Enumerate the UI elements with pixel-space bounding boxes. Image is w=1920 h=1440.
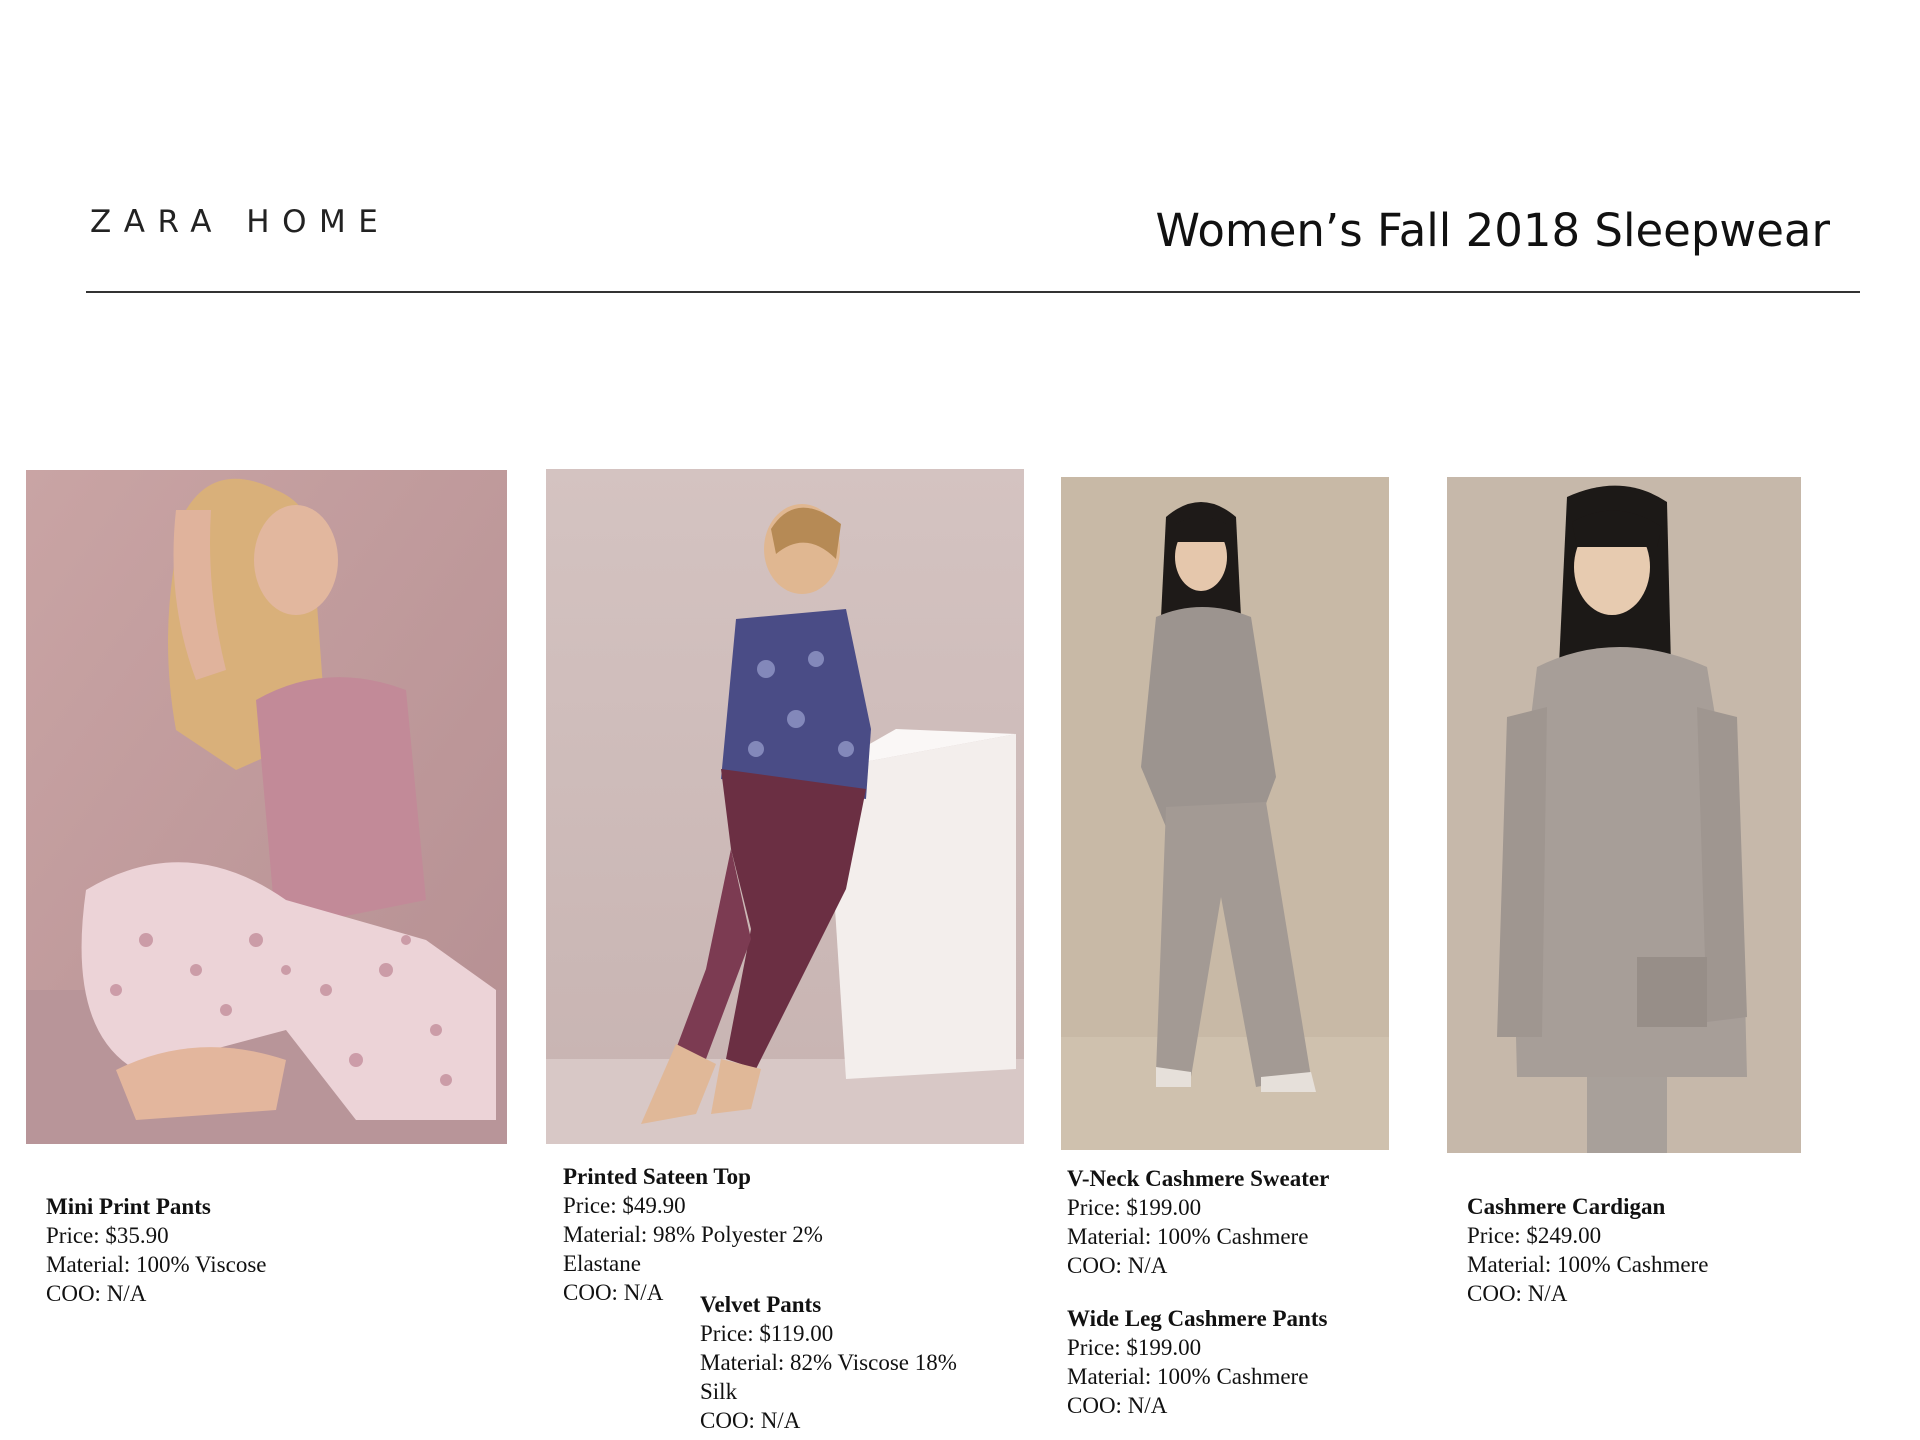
product-coo: COO: N/A [1067, 1393, 1168, 1418]
product-material-cont: Elastane [563, 1251, 641, 1276]
product-info-cashmere-cardigan: Cashmere Cardigan Price: $249.00 Materia… [1467, 1192, 1708, 1308]
product-name: Velvet Pants [700, 1292, 822, 1317]
product-price: Price: $119.00 [700, 1321, 834, 1346]
product-info-mini-print-pants: Mini Print Pants Price: $35.90 Material:… [46, 1192, 266, 1308]
product-coo: COO: N/A [1467, 1281, 1568, 1306]
product-name: Cashmere Cardigan [1467, 1194, 1666, 1219]
product-info-printed-sateen-top: Printed Sateen Top Price: $49.90 Materia… [563, 1162, 823, 1307]
product-photo-mini-print-pants [26, 470, 507, 1144]
product-coo: COO: N/A [1067, 1253, 1168, 1278]
product-name: Wide Leg Cashmere Pants [1067, 1306, 1328, 1331]
product-photo-sateen-top-velvet-pants [546, 469, 1024, 1144]
product-material: Material: 100% Cashmere [1067, 1224, 1309, 1249]
product-name: V-Neck Cashmere Sweater [1067, 1166, 1330, 1191]
product-info-velvet-pants: Velvet Pants Price: $119.00 Material: 82… [700, 1290, 957, 1435]
product-price: Price: $249.00 [1467, 1223, 1602, 1248]
product-info-vneck-cashmere-sweater: V-Neck Cashmere Sweater Price: $199.00 M… [1067, 1164, 1329, 1280]
product-price: Price: $199.00 [1067, 1335, 1202, 1360]
product-price: Price: $49.90 [563, 1193, 686, 1218]
page-title: Women’s Fall 2018 Sleepwear [1155, 204, 1830, 257]
product-material: Material: 82% Viscose 18% [700, 1350, 957, 1375]
product-coo: COO: N/A [700, 1408, 801, 1433]
product-material: Material: 100% Cashmere [1067, 1364, 1309, 1389]
product-photo-cashmere-cardigan [1447, 477, 1801, 1153]
product-price: Price: $199.00 [1067, 1195, 1202, 1220]
product-material-cont: Silk [700, 1379, 738, 1404]
product-info-wide-leg-cashmere-pants: Wide Leg Cashmere Pants Price: $199.00 M… [1067, 1304, 1327, 1420]
brand-logo: ZARA HOME [90, 204, 391, 240]
header-divider [86, 291, 1860, 293]
product-name: Mini Print Pants [46, 1194, 211, 1219]
product-material: Material: 100% Cashmere [1467, 1252, 1709, 1277]
product-name: Printed Sateen Top [563, 1164, 751, 1189]
product-material: Material: 98% Polyester 2% [563, 1222, 823, 1247]
product-coo: COO: N/A [46, 1281, 147, 1306]
product-material: Material: 100% Viscose [46, 1252, 267, 1277]
product-price: Price: $35.90 [46, 1223, 169, 1248]
product-photo-cashmere-sweater-pants [1061, 477, 1389, 1150]
